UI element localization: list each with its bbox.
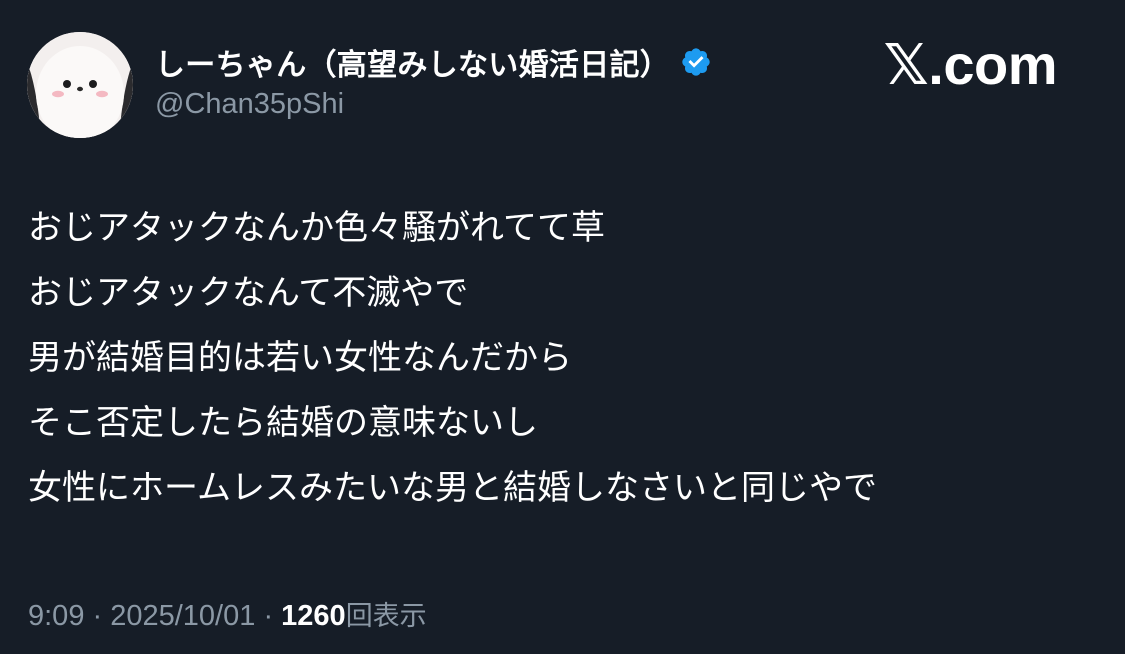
meta-separator: ·: [255, 600, 282, 632]
views-label: 回表示: [345, 601, 427, 632]
views-count: 1260: [281, 600, 346, 632]
meta-separator: ·: [84, 600, 111, 632]
post-text-line: おじアタックなんか色々騒がれてて草: [28, 208, 605, 248]
avatar[interactable]: [27, 32, 133, 138]
post-text-line: おじアタックなんて不滅やで: [28, 273, 469, 313]
author-name-row[interactable]: しーちゃん（高望みしない婚活日記）: [155, 40, 712, 84]
post-date[interactable]: 2025/10/01: [110, 600, 255, 632]
author-handle[interactable]: @Chan35pShi: [155, 88, 344, 121]
snow-bird-avatar-icon: [27, 32, 133, 138]
post-text: おじアタックなんか色々騒がれてて草 おじアタックなんて不滅やで 男が結婚目的は若…: [28, 196, 1098, 521]
post-text-line: 女性にホームレスみたいな男と結婚しなさいと同じやで: [28, 468, 877, 508]
post-meta: 9:09 · 2025/10/01 · 1260回表示: [28, 594, 427, 633]
post-card: しーちゃん（高望みしない婚活日記） @Chan35pShi 𝕏.com おじアタ…: [0, 0, 1125, 654]
post-text-line: 男が結婚目的は若い女性なんだから: [28, 338, 572, 378]
post-time[interactable]: 9:09: [28, 600, 84, 632]
verified-badge-icon: [680, 46, 712, 78]
x-com-logo: 𝕏.com: [883, 33, 1058, 96]
display-name[interactable]: しーちゃん（高望みしない婚活日記）: [155, 40, 670, 84]
post-text-line: そこ否定したら結婚の意味ないし: [28, 403, 538, 443]
